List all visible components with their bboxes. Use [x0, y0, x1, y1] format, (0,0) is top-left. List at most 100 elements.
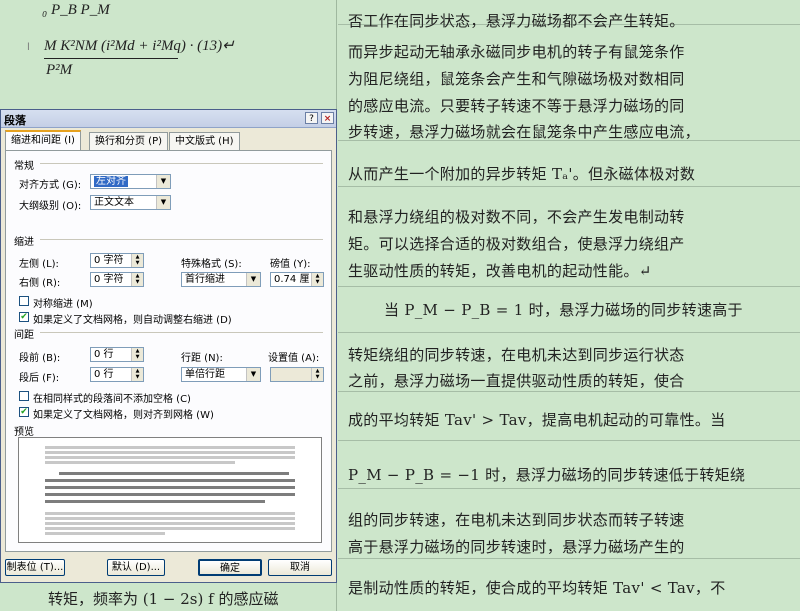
mirror-indent-label: 对称缩进 (M) — [33, 299, 93, 310]
preview-line — [59, 472, 289, 475]
formula-top: ₀ P_B P_M — [42, 2, 110, 18]
ruled-line — [338, 391, 800, 392]
help-button[interactable]: ? — [305, 112, 318, 124]
document-line: 步转速，悬浮力磁场就会在鼠笼条中产生感应电流， — [348, 123, 700, 141]
outline-level-select[interactable]: 正文文本 ▼ — [90, 195, 171, 210]
auto-adjust-indent-label: 如果定义了文档网格，则自动调整右缩进 (D) — [33, 315, 232, 326]
tab-asian-typography[interactable]: 中文版式 (H) — [169, 132, 240, 150]
spinner-arrows-icon[interactable]: ▲ ▼ — [311, 273, 323, 286]
preview-box — [18, 437, 322, 543]
preview-line — [45, 451, 295, 454]
fraction-bar — [44, 58, 178, 59]
preview-line — [45, 493, 295, 496]
indent-by-input[interactable]: 0.74 厘 ▲ ▼ — [270, 272, 324, 287]
document-line: 高于悬浮力磁场的同步转速时，悬浮力磁场产生的 — [348, 538, 685, 556]
spinner-arrows-icon[interactable]: ▲ ▼ — [131, 254, 143, 267]
section-indent: 缩进 — [14, 237, 34, 248]
line-spacing-select[interactable]: 单倍行距 ▼ — [181, 367, 261, 382]
document-line: 组的同步转速，在电机未达到同步状态而转子转速 — [348, 511, 685, 529]
ok-button[interactable]: 确定 — [198, 559, 262, 576]
space-before-label: 段前 (B): — [19, 353, 61, 364]
preview-line — [45, 512, 295, 515]
document-line: 否工作在同步状态，悬浮力磁场都不会产生转矩。 — [348, 12, 685, 30]
special-indent-label: 特殊格式 (S): — [181, 259, 242, 270]
ruled-line — [338, 558, 800, 559]
default-button[interactable]: 默认 (D)... — [107, 559, 165, 576]
formula-numerator: M K²NM (i²Md + i²Mq) · (13)↵ — [44, 38, 235, 54]
preview-line — [45, 456, 295, 459]
document-line: 之前，悬浮力磁场一直提供驱动性质的转矩，使合 — [348, 372, 685, 390]
dialog-title: 段落 — [4, 114, 26, 127]
chevron-down-icon[interactable]: ▼ — [156, 196, 170, 209]
document-line: 生驱动性质的转矩，改善电机的起动性能。↵ — [348, 262, 652, 280]
space-before-input[interactable]: 0 行 ▲ ▼ — [90, 347, 144, 362]
divider — [40, 163, 323, 164]
document-line: 成的平均转矩 Tav' > Tav，提高电机起动的可靠性。当 — [348, 411, 726, 429]
indent-by-label: 磅值 (Y): — [270, 259, 311, 270]
divider — [40, 332, 323, 333]
spacing-at-label: 设置值 (A): — [268, 353, 320, 364]
document-line: 和悬浮力绕组的极对数不同，不会产生发电制动转 — [348, 208, 685, 226]
mirror-indent-checkbox[interactable] — [19, 296, 29, 306]
ruled-line — [338, 286, 800, 287]
preview-line — [45, 486, 295, 489]
close-button[interactable]: × — [321, 112, 334, 124]
auto-adjust-indent-checkbox[interactable]: ✔ — [19, 312, 29, 322]
preview-line — [45, 461, 235, 464]
spacing-at-input[interactable]: ▲ ▼ — [270, 367, 324, 382]
preview-line — [45, 532, 165, 535]
paragraph-dialog: 段落 ? × 缩进和间距 (I) 换行和分页 (P) 中文版式 (H) 常规 对… — [0, 109, 337, 583]
document-line: 的感应电流。只要转子转速不等于悬浮力磁场的同 — [348, 97, 685, 115]
preview-line — [45, 446, 295, 449]
section-spacing: 间距 — [14, 330, 34, 341]
document-line: 当 P_M − P_B = 1 时，悬浮力磁场的同步转速高于 — [384, 301, 743, 319]
preview-line — [45, 527, 295, 530]
document-line: 转矩绕组的同步转速，在电机未达到同步运行状态 — [348, 346, 685, 364]
document-line: 而异步起动无轴承永磁同步电机的转子有鼠笼条作 — [348, 43, 685, 61]
document-line: 为阻尼绕组，鼠笼条会产生和气隙磁场极对数相同 — [348, 70, 685, 88]
snap-to-grid-label: 如果定义了文档网格，则对齐到网格 (W) — [33, 410, 214, 421]
section-preview: 预览 — [14, 427, 34, 438]
snap-to-grid-checkbox[interactable]: ✔ — [19, 407, 29, 417]
ruled-line — [338, 440, 800, 441]
divider — [40, 239, 323, 240]
tabs-button[interactable]: 制表位 (T)... — [5, 559, 65, 576]
tab-indent-spacing[interactable]: 缩进和间距 (I) — [5, 130, 81, 151]
ruled-line — [338, 332, 800, 333]
document-line: 是制动性质的转矩，使合成的平均转矩 Tav' < Tav，不 — [348, 579, 726, 597]
outline-level-label: 大纲级别 (O): — [19, 201, 82, 212]
chevron-down-icon[interactable]: ▼ — [246, 273, 260, 286]
formula-denominator: P²M — [46, 62, 73, 78]
no-space-same-style-checkbox[interactable] — [19, 391, 29, 401]
spinner-arrows-icon[interactable]: ▲ ▼ — [131, 273, 143, 286]
ruled-line — [338, 186, 800, 187]
line-spacing-label: 行距 (N): — [181, 353, 223, 364]
section-general: 常规 — [14, 161, 34, 172]
indent-right-label: 右侧 (R): — [19, 278, 61, 289]
chevron-down-icon[interactable]: ▼ — [246, 368, 260, 381]
spinner-arrows-icon[interactable]: ▲ ▼ — [311, 368, 323, 381]
chevron-down-icon[interactable]: ▼ — [156, 175, 170, 188]
special-indent-select[interactable]: 首行缩进 ▼ — [181, 272, 261, 287]
space-after-input[interactable]: 0 行 ▲ ▼ — [90, 367, 144, 382]
indent-left-label: 左侧 (L): — [19, 259, 59, 270]
spinner-arrows-icon[interactable]: ▲ ▼ — [131, 368, 143, 381]
alignment-select[interactable]: 左对齐 ▼ — [90, 174, 171, 189]
cancel-button[interactable]: 取消 — [268, 559, 332, 576]
indent-left-input[interactable]: 0 字符 ▲ ▼ — [90, 253, 144, 268]
preview-line — [45, 500, 265, 503]
left-text-line: 转矩，频率为 (1 − 2s) f 的感应磁 — [48, 590, 279, 608]
document-line: 矩。可以选择合适的极对数组合，使悬浮力绕组产 — [348, 235, 685, 253]
indent-right-input[interactable]: 0 字符 ▲ ▼ — [90, 272, 144, 287]
spinner-arrows-icon[interactable]: ▲ ▼ — [131, 348, 143, 361]
margin-mark: ⅼ — [27, 42, 30, 53]
preview-line — [45, 517, 295, 520]
document-line: P_M − P_B = −1 时，悬浮力磁场的同步转速低于转矩绕 — [348, 466, 746, 484]
dialog-titlebar[interactable]: 段落 ? × — [1, 110, 336, 128]
preview-line — [45, 479, 295, 482]
no-space-same-style-label: 在相同样式的段落间不添加空格 (C) — [33, 394, 191, 405]
preview-line — [45, 522, 295, 525]
space-after-label: 段后 (F): — [19, 373, 60, 384]
tab-line-page-breaks[interactable]: 换行和分页 (P) — [89, 132, 169, 150]
document-line: 从而产生一个附加的异步转矩 Tₐ'。但永磁体极对数 — [348, 165, 696, 183]
